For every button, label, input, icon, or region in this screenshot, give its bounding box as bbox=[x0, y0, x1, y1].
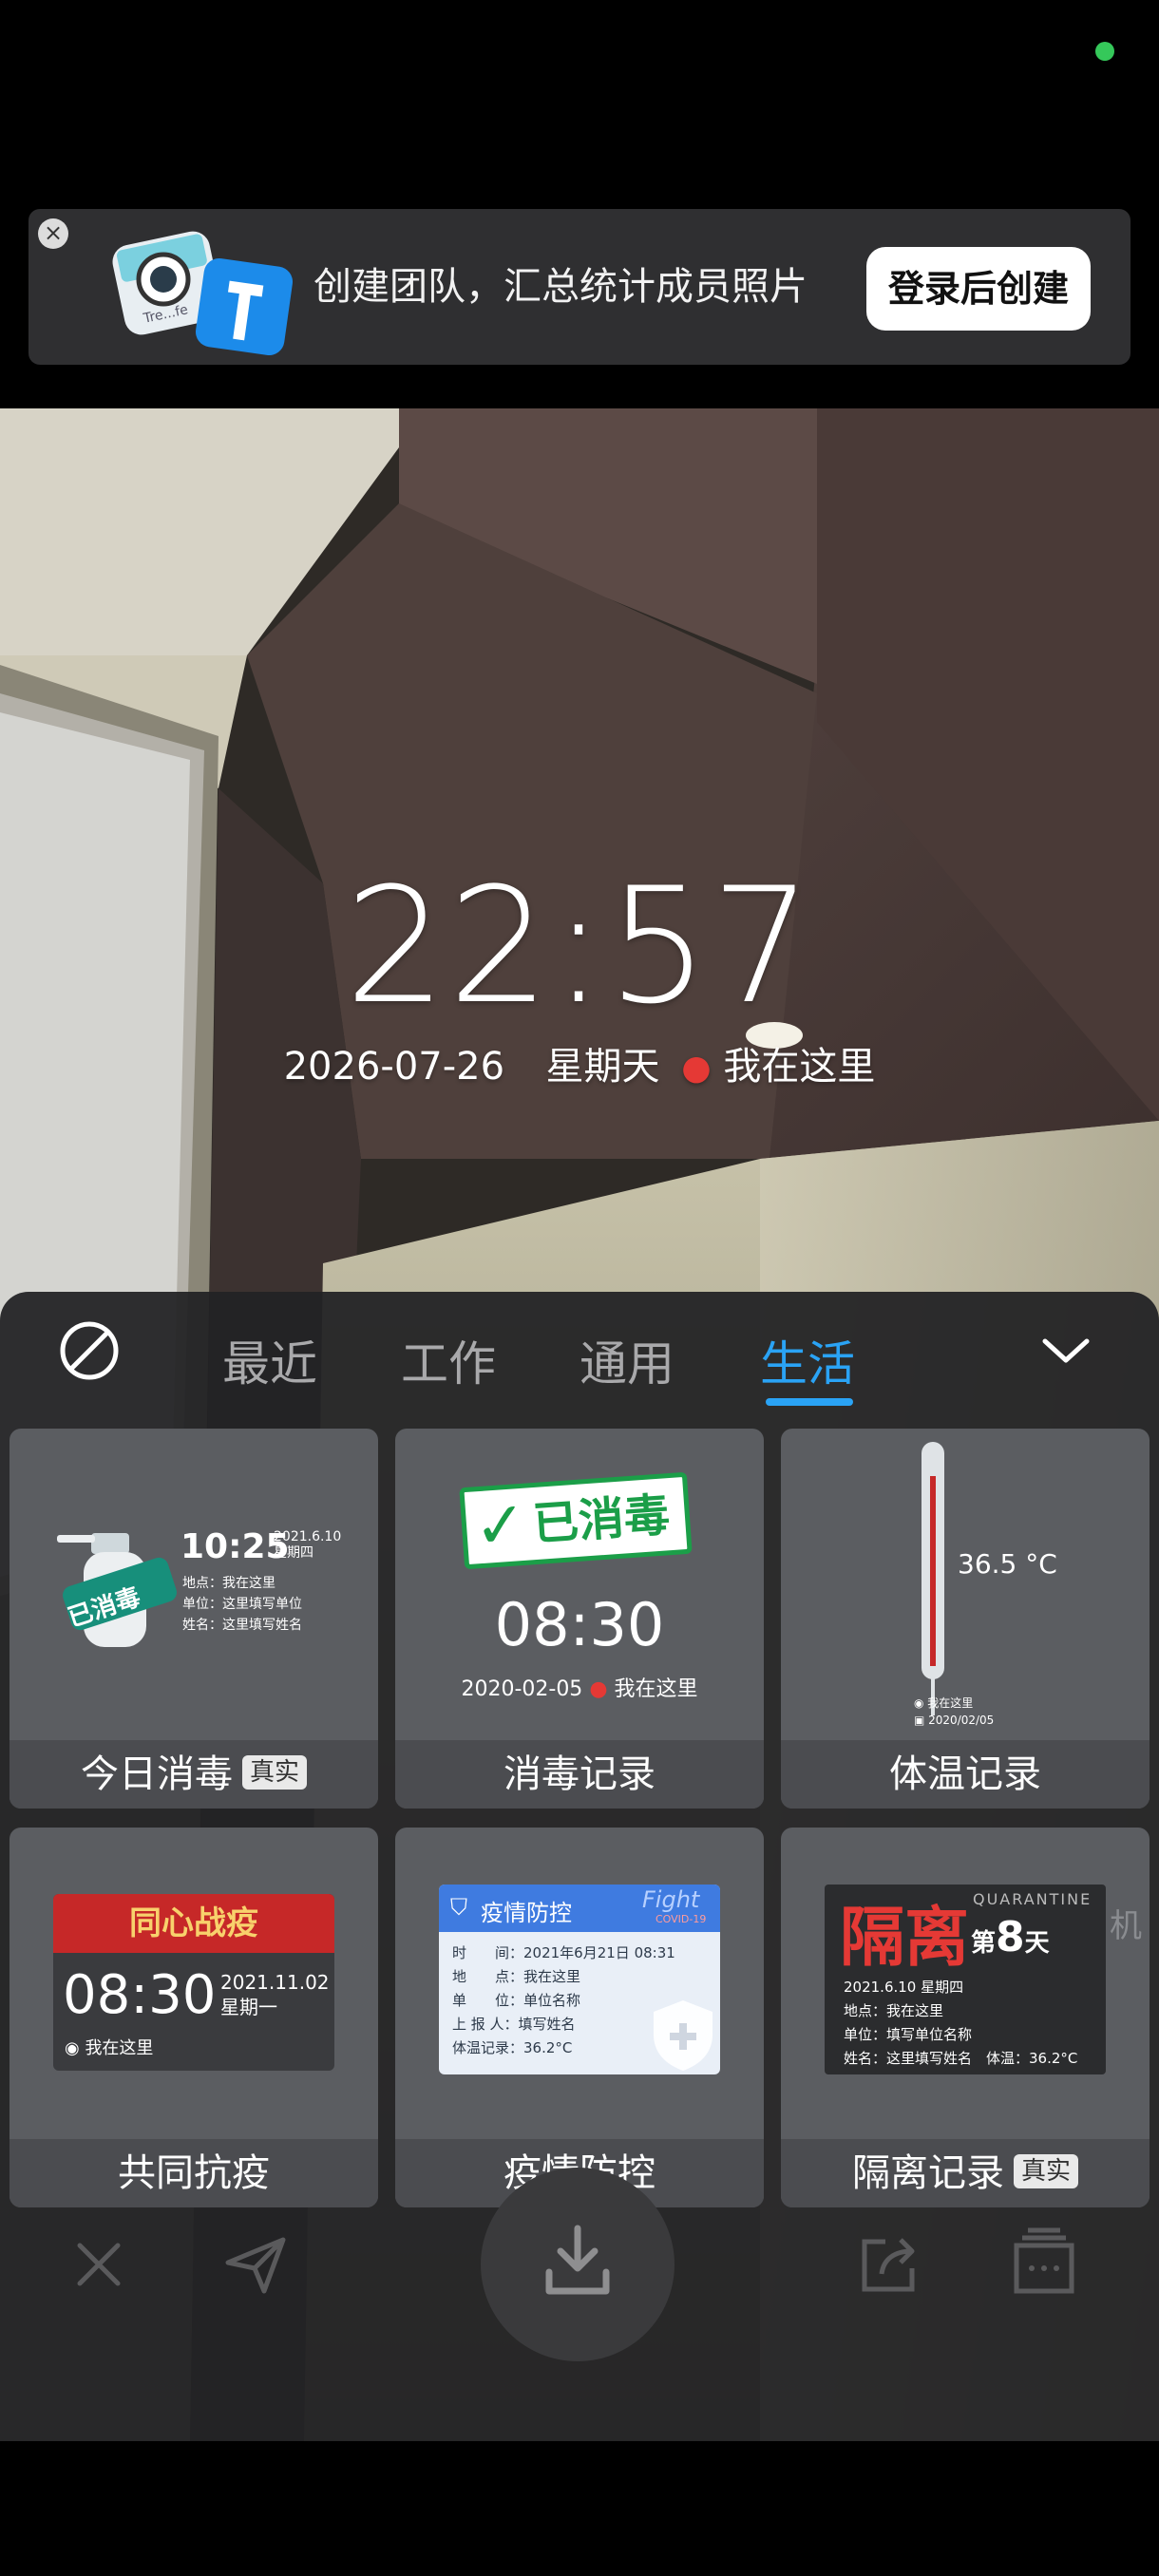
card-date-block: 2021.6.10 星期四 bbox=[274, 1529, 341, 1562]
real-tag: 真实 bbox=[1013, 2154, 1078, 2188]
watermark-dateline: 2026-07-26 星期天 ● 我在这里 bbox=[0, 1035, 1159, 1090]
download-icon bbox=[545, 2225, 610, 2295]
day-prefix: 第 bbox=[971, 1929, 997, 1958]
check-mark-icon: ✓ bbox=[471, 1487, 530, 1564]
location-pin-icon: ◉ bbox=[65, 2038, 86, 2058]
background-text: 机 bbox=[1110, 1907, 1142, 1945]
red-banner: 同心战疫 bbox=[53, 1894, 334, 1953]
card-date-block: 2021.11.02 星期一 bbox=[220, 1970, 330, 2019]
card-info-lines: 2021.6.10 星期四 地点：我在这里 单位：填写单位名称 姓名：这里填写姓… bbox=[844, 1976, 1077, 2071]
card-info-lines: 时 间：2021年6月21日 08:31 地 点：我在这里 单 位：单位名称 上… bbox=[452, 1941, 675, 2060]
card-title: 消毒记录 bbox=[395, 1740, 764, 1809]
watermark-weekday: 星期天 bbox=[545, 1045, 660, 1089]
album-icon[interactable] bbox=[1011, 2226, 1077, 2297]
camera-app-icon: Tre...fe bbox=[112, 231, 294, 355]
banner-close-button[interactable]: × bbox=[38, 218, 68, 249]
send-icon[interactable] bbox=[222, 2234, 289, 2295]
card-info-line: 单位：填写单位名称 bbox=[844, 2026, 973, 2043]
preview-frame: 隔离 QUARANTINE 第8天 2021.6.10 星期四 地点：我在这里 … bbox=[825, 1885, 1106, 2074]
control-header: ⛉ 疫情防控 Fight COVID-19 bbox=[439, 1885, 720, 1932]
tab-life[interactable]: 生活 bbox=[760, 1326, 855, 1394]
card-weekday: 星期一 bbox=[220, 1996, 277, 2018]
quarantine-day: 第8天 bbox=[971, 1913, 1050, 1961]
create-team-banner: × Tre...fe 创建团队，汇总统计成员照片 登录后创建 bbox=[28, 209, 1130, 365]
quarantine-big-text: 隔离 bbox=[840, 1900, 970, 1976]
card-info-line: 单 位：单位名称 bbox=[452, 1992, 581, 2009]
navigation-bar-area bbox=[0, 2441, 1159, 2576]
preview-frame: ⛉ 疫情防控 Fight COVID-19 时 间：2021年6月21日 08:… bbox=[439, 1885, 720, 2074]
camera-active-indicator bbox=[1095, 42, 1114, 61]
card-title-text: 隔离记录 bbox=[851, 2151, 1004, 2195]
card-weekday: 星期四 bbox=[274, 1545, 314, 1561]
banner-text: 创建团队，汇总统计成员照片 bbox=[314, 265, 808, 309]
chevron-down-icon[interactable] bbox=[1039, 1332, 1092, 1370]
covid-text: COVID-19 bbox=[656, 1913, 707, 1925]
login-create-button[interactable]: 登录后创建 bbox=[866, 247, 1091, 331]
card-title: 今日消毒 真实 bbox=[10, 1740, 378, 1809]
card-info-line: 上 报 人：填写姓名 bbox=[452, 2016, 576, 2033]
card-title: 共同抗疫 bbox=[10, 2139, 378, 2207]
template-card-fight-epidemic[interactable]: 同心战疫 08:30 2021.11.02 星期一 ◉ 我在这里 共同抗疫 bbox=[10, 1828, 378, 2207]
card-meta: ◉ 我在这里 ▣ 2020/02/05 bbox=[914, 1695, 994, 1729]
thermometer-icon bbox=[922, 1442, 944, 1715]
shield-plus-icon bbox=[654, 2000, 712, 2071]
day-suffix: 天 bbox=[1024, 1929, 1050, 1958]
card-title: 体温记录 bbox=[781, 1740, 1150, 1809]
template-card-temperature-record[interactable]: 36.5 °C ◉ 我在这里 ▣ 2020/02/05 体温记录 bbox=[781, 1429, 1150, 1809]
shield-icon: ⛉ bbox=[450, 1894, 467, 1921]
card-info-line: 时 间：2021年6月21日 08:31 bbox=[452, 1944, 675, 1961]
card-date: 2021.11.02 bbox=[220, 1971, 330, 1994]
card-title: 隔离记录 真实 bbox=[781, 2139, 1150, 2207]
location-pin-icon: ● bbox=[589, 1677, 608, 1701]
stamp-text: 已消毒 bbox=[531, 1488, 672, 1552]
calendar-icon: ▣ bbox=[914, 1714, 929, 1727]
watermark-location: 我在这里 bbox=[723, 1045, 876, 1089]
fight-text: Fight bbox=[642, 1886, 700, 1913]
capture-download-button[interactable] bbox=[481, 2168, 674, 2361]
card-info-lines: 地点：我在这里 单位：这里填写单位 姓名：这里填写姓名 bbox=[182, 1573, 302, 1636]
card-location: 我在这里 bbox=[85, 2038, 154, 2058]
card-location-row: ◉ 我在这里 bbox=[65, 2035, 153, 2059]
tab-general[interactable]: 通用 bbox=[580, 1326, 674, 1394]
card-location: 我在这里 bbox=[614, 1677, 698, 1701]
card-date: 2020-02-05 bbox=[461, 1677, 583, 1701]
temperature-value: 36.5 °C bbox=[958, 1548, 1057, 1580]
card-time: 08:30 bbox=[494, 1590, 665, 1659]
share-icon[interactable] bbox=[857, 2232, 922, 2297]
disinfected-stamp: ✓ 已消毒 bbox=[459, 1471, 693, 1570]
day-number: 8 bbox=[996, 1913, 1025, 1961]
template-card-epidemic-control[interactable]: ⛉ 疫情防控 Fight COVID-19 时 间：2021年6月21日 08:… bbox=[395, 1828, 764, 2207]
card-info-line: 地点：我在这里 bbox=[182, 1576, 276, 1591]
card-info-line: 2021.6.10 星期四 bbox=[844, 1979, 964, 1996]
location-pin-icon: ● bbox=[681, 1049, 712, 1088]
watermark-date: 2026-07-26 bbox=[283, 1045, 505, 1089]
preview-frame: 同心战疫 08:30 2021.11.02 星期一 ◉ 我在这里 bbox=[53, 1894, 334, 2071]
card-date: 2021.6.10 bbox=[274, 1529, 342, 1544]
card-location: 我在这里 bbox=[927, 1696, 974, 1710]
tab-work[interactable]: 工作 bbox=[401, 1326, 496, 1394]
card-date-location: 2020-02-05 ● 我在这里 bbox=[395, 1672, 764, 1702]
card-info-line: 单位：这里填写单位 bbox=[182, 1597, 302, 1612]
card-title-text: 今日消毒 bbox=[80, 1752, 233, 1796]
card-info-line: 地 点：我在这里 bbox=[452, 1968, 581, 1985]
card-info-line: 姓名：这里填写姓名 体温：36.2°C bbox=[844, 2050, 1078, 2067]
location-pin-icon: ◉ bbox=[914, 1696, 928, 1710]
real-tag: 真实 bbox=[241, 1755, 307, 1790]
control-header-text: 疫情防控 bbox=[481, 1900, 572, 1926]
close-icon[interactable] bbox=[72, 2238, 125, 2291]
no-watermark-icon[interactable] bbox=[59, 1320, 120, 1381]
card-info-line: 姓名：这里填写姓名 bbox=[182, 1618, 302, 1633]
quarantine-label: QUARANTINE bbox=[973, 1890, 1092, 1908]
watermark-time: 22:57 bbox=[344, 853, 815, 1039]
active-tab-indicator bbox=[766, 1398, 853, 1406]
tab-recent[interactable]: 最近 bbox=[222, 1326, 317, 1394]
card-info-line: 体温记录：36.2°C bbox=[452, 2039, 573, 2056]
card-info-line: 地点：我在这里 bbox=[844, 2002, 944, 2019]
template-card-quarantine-record[interactable]: 隔离 QUARANTINE 第8天 2021.6.10 星期四 地点：我在这里 … bbox=[781, 1828, 1150, 2207]
template-card-today-disinfection[interactable]: 已消毒 10:25 2021.6.10 星期四 地点：我在这里 单位：这里填写单… bbox=[10, 1429, 378, 1809]
card-date: 2020/02/05 bbox=[928, 1714, 995, 1727]
template-card-disinfection-record[interactable]: ✓ 已消毒 08:30 2020-02-05 ● 我在这里 消毒记录 bbox=[395, 1429, 764, 1809]
card-time: 08:30 bbox=[63, 1964, 217, 2026]
template-category-tabs: 最近 工作 通用 生活 bbox=[0, 1292, 1159, 1425]
